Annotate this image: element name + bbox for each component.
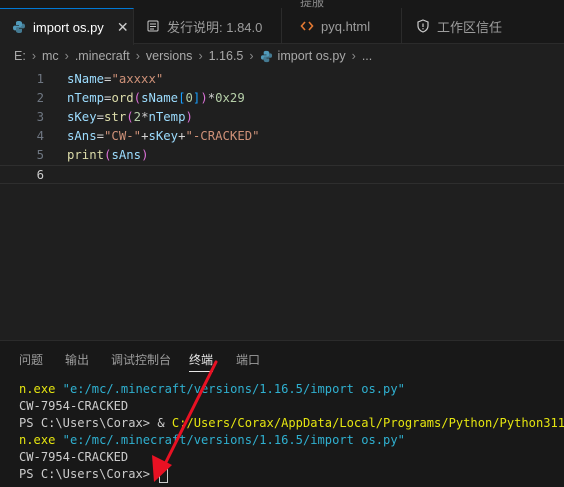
annotation-arrow-icon — [152, 360, 218, 482]
